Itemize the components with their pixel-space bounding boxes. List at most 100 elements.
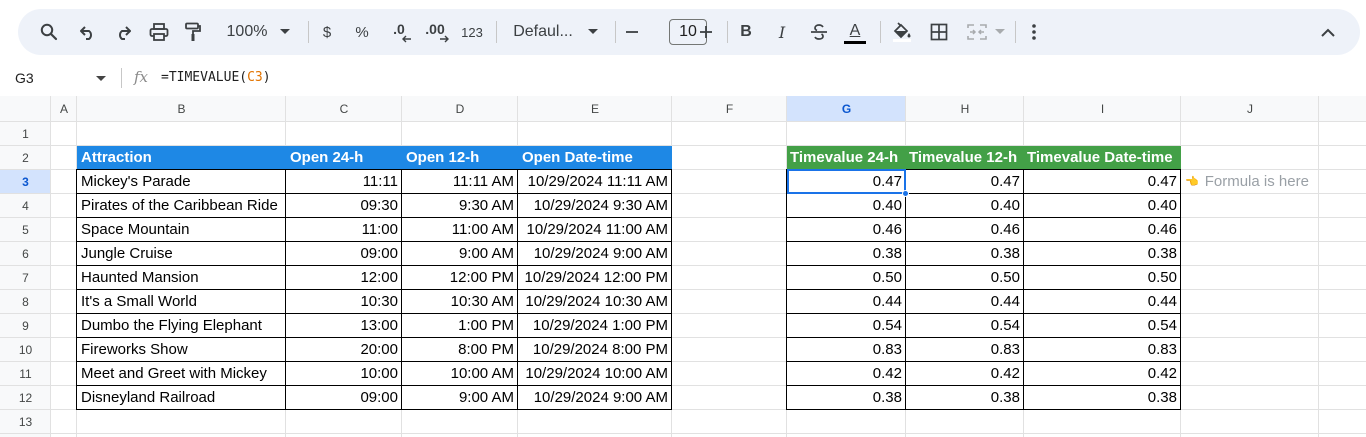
- number-format-button[interactable]: 123: [458, 9, 486, 55]
- column-header-c[interactable]: C: [286, 96, 402, 122]
- table1-cell[interactable]: 10/29/2024 12:00 PM: [518, 266, 672, 290]
- merge-dropdown-icon[interactable]: [994, 9, 1006, 55]
- table2-cell[interactable]: 0.42: [1024, 362, 1181, 386]
- table1-cell[interactable]: Fireworks Show: [77, 338, 286, 362]
- table1-cell[interactable]: Pirates of the Caribbean Ride: [77, 194, 286, 218]
- table2-cell[interactable]: 0.38: [787, 386, 906, 410]
- merge-cells-icon[interactable]: [965, 9, 989, 55]
- table2-cell[interactable]: 0.42: [906, 362, 1024, 386]
- table1-cell[interactable]: 1:00 PM: [402, 314, 518, 338]
- name-box-dropdown-icon[interactable]: [96, 76, 106, 81]
- borders-icon[interactable]: [928, 9, 950, 55]
- table2-cell[interactable]: 0.54: [1024, 314, 1181, 338]
- table1-cell[interactable]: Mickey's Parade: [77, 170, 286, 194]
- table1-cell[interactable]: 10/29/2024 9:00 AM: [518, 386, 672, 410]
- column-header-b[interactable]: B: [77, 96, 286, 122]
- table1-cell[interactable]: 10/29/2024 8:00 PM: [518, 338, 672, 362]
- currency-button[interactable]: $: [318, 9, 336, 55]
- table1-cell[interactable]: Disneyland Railroad: [77, 386, 286, 410]
- table1-cell[interactable]: Haunted Mansion: [77, 266, 286, 290]
- redo-icon[interactable]: [112, 9, 134, 55]
- zoom-value[interactable]: 100%: [222, 9, 272, 55]
- table1-cell[interactable]: 8:00 PM: [402, 338, 518, 362]
- table2-cell[interactable]: 0.38: [1024, 242, 1181, 266]
- row-header-9[interactable]: 9: [0, 314, 51, 338]
- table2-cell[interactable]: 0.50: [906, 266, 1024, 290]
- row-header-10[interactable]: 10: [0, 338, 51, 362]
- row-header-7[interactable]: 7: [0, 266, 51, 290]
- table1-cell[interactable]: 10/29/2024 9:00 AM: [518, 242, 672, 266]
- fill-handle[interactable]: [902, 190, 909, 197]
- table2-cell[interactable]: 0.46: [906, 218, 1024, 242]
- table2-cell[interactable]: 0.38: [906, 242, 1024, 266]
- column-header-j[interactable]: J: [1181, 96, 1319, 122]
- percent-button[interactable]: %: [353, 9, 371, 55]
- column-header-g[interactable]: G: [787, 96, 906, 122]
- spreadsheet-grid[interactable]: A B C D E F G H I J 1 2 3 4 5 6 7 8 9 10 11 12 13 Attraction Ope…: [0, 96, 1366, 437]
- table2-cell[interactable]: 0.50: [787, 266, 906, 290]
- search-icon[interactable]: [38, 9, 60, 55]
- minus-icon[interactable]: [624, 9, 640, 55]
- table1-cell[interactable]: 10/29/2024 10:00 AM: [518, 362, 672, 386]
- column-header-d[interactable]: D: [402, 96, 518, 122]
- table1-cell[interactable]: Meet and Greet with Mickey: [77, 362, 286, 386]
- row-header-11[interactable]: 11: [0, 362, 51, 386]
- active-cell-selection[interactable]: [787, 169, 906, 194]
- row-header-8[interactable]: 8: [0, 290, 51, 314]
- table1-cell[interactable]: 11:00: [286, 218, 402, 242]
- table1-cell[interactable]: 9:30 AM: [402, 194, 518, 218]
- table2-cell[interactable]: 0.40: [787, 194, 906, 218]
- table1-cell[interactable]: 09:30: [286, 194, 402, 218]
- table2-cell[interactable]: 0.40: [1024, 194, 1181, 218]
- table1-cell[interactable]: 10/29/2024 11:11 AM: [518, 170, 672, 194]
- font-family-select[interactable]: Defaul...: [511, 9, 575, 55]
- fill-color-icon[interactable]: [890, 9, 914, 55]
- table1-cell[interactable]: 09:00: [286, 242, 402, 266]
- column-header-h[interactable]: H: [906, 96, 1024, 122]
- table1-cell[interactable]: 11:11: [286, 170, 402, 194]
- table2-cell[interactable]: 0.83: [906, 338, 1024, 362]
- column-header-e[interactable]: E: [518, 96, 672, 122]
- table1-cell[interactable]: 10/29/2024 11:00 AM: [518, 218, 672, 242]
- table2-cell[interactable]: 0.44: [787, 290, 906, 314]
- table1-cell[interactable]: 09:00: [286, 386, 402, 410]
- column-header-i[interactable]: I: [1024, 96, 1181, 122]
- plus-icon[interactable]: [698, 9, 714, 55]
- table1-cell[interactable]: Space Mountain: [77, 218, 286, 242]
- row-header-5[interactable]: 5: [0, 218, 51, 242]
- table1-cell[interactable]: 11:00 AM: [402, 218, 518, 242]
- table1-cell[interactable]: 10/29/2024 10:30 AM: [518, 290, 672, 314]
- row-header-3[interactable]: 3: [0, 170, 51, 194]
- collapse-icon[interactable]: [1318, 9, 1338, 55]
- zoom-dropdown-icon[interactable]: [278, 9, 292, 55]
- table1-cell[interactable]: 10:30 AM: [402, 290, 518, 314]
- text-color-button[interactable]: A: [843, 9, 867, 55]
- table1-cell[interactable]: 9:00 AM: [402, 242, 518, 266]
- table2-cell[interactable]: 0.54: [906, 314, 1024, 338]
- strikethrough-icon[interactable]: [809, 9, 829, 55]
- table1-cell[interactable]: 11:11 AM: [402, 170, 518, 194]
- table2-cell[interactable]: 0.46: [787, 218, 906, 242]
- table2-cell[interactable]: 0.44: [1024, 290, 1181, 314]
- name-box[interactable]: G3: [15, 70, 34, 86]
- table1-cell[interactable]: 20:00: [286, 338, 402, 362]
- table1-cell[interactable]: Dumbo the Flying Elephant: [77, 314, 286, 338]
- table1-cell[interactable]: 10/29/2024 1:00 PM: [518, 314, 672, 338]
- italic-button[interactable]: I: [774, 9, 790, 55]
- table2-cell[interactable]: 0.47: [906, 170, 1024, 194]
- table2-cell[interactable]: 0.40: [906, 194, 1024, 218]
- table2-cell[interactable]: 0.46: [1024, 218, 1181, 242]
- table2-cell[interactable]: 0.38: [1024, 386, 1181, 410]
- bold-button[interactable]: B: [738, 9, 754, 55]
- select-all-corner[interactable]: [0, 96, 51, 122]
- table1-cell[interactable]: 10/29/2024 9:30 AM: [518, 194, 672, 218]
- table1-cell[interactable]: 13:00: [286, 314, 402, 338]
- font-dropdown-icon[interactable]: [586, 9, 600, 55]
- table2-cell[interactable]: 0.50: [1024, 266, 1181, 290]
- row-header-1[interactable]: 1: [0, 122, 51, 146]
- column-header-f[interactable]: F: [672, 96, 787, 122]
- table1-cell[interactable]: 12:00 PM: [402, 266, 518, 290]
- decrease-decimal-button[interactable]: .0: [386, 9, 412, 55]
- table1-cell[interactable]: 10:00: [286, 362, 402, 386]
- undo-icon[interactable]: [77, 9, 99, 55]
